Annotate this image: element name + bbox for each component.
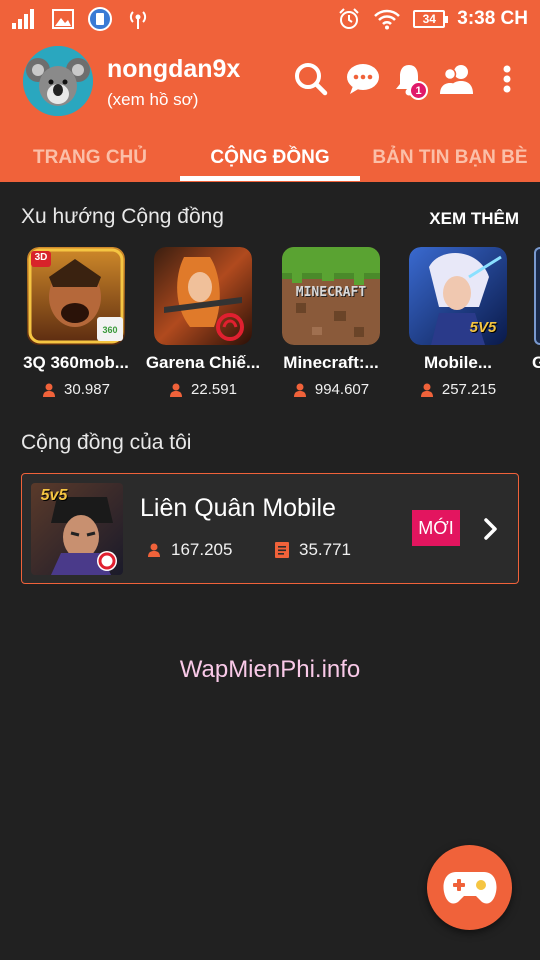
game-name: Mobile... — [424, 353, 492, 372]
person-icon — [420, 383, 433, 397]
post-count: 35.771 — [299, 540, 351, 559]
battery-indicator: 34 — [413, 10, 449, 28]
360-logo: 360 — [102, 325, 118, 335]
game-members: 22.591 — [143, 381, 263, 398]
tab-community[interactable]: CỘNG ĐỒNG — [180, 134, 360, 182]
hotspot-icon — [126, 8, 150, 30]
member-count: 167.205 — [171, 540, 233, 559]
chat-icon[interactable] — [344, 60, 382, 98]
community-members: 167.205 — [147, 540, 232, 560]
tab-friends-feed[interactable]: BẢN TIN BẠN BÈ — [360, 134, 540, 182]
app-notification-icon — [88, 7, 112, 31]
game-name: Garena Chiế... — [145, 353, 261, 372]
person-icon — [43, 383, 56, 397]
tab-bar: TRANG CHỦ CỘNG ĐỒNG BẢN TIN BẠN BÈ — [0, 134, 540, 182]
post-icon — [275, 542, 289, 558]
member-count: 257.215 — [441, 381, 497, 398]
my-community-title: Cộng đồng của tôi — [21, 431, 192, 454]
community-card[interactable]: 5v5 Liên Quân Mobile 167.205 35.771 MỚI — [21, 473, 519, 584]
see-more-button[interactable]: XEM THÊM — [429, 209, 519, 229]
game-controller-fab[interactable] — [427, 845, 512, 930]
game-thumbnail: 5V5 — [409, 247, 507, 345]
alarm-icon — [337, 7, 361, 31]
gamepad-icon — [443, 871, 496, 904]
person-icon — [170, 383, 183, 397]
tab-home[interactable]: TRANG CHỦ — [0, 134, 180, 182]
active-tab-indicator — [180, 176, 360, 181]
trending-game-card[interactable]: Garena Chiế... 22.591 — [143, 247, 263, 398]
avatar[interactable] — [23, 46, 93, 116]
view-profile-link[interactable]: (xem hồ sơ) — [107, 90, 198, 110]
game-name: G — [532, 353, 540, 372]
chevron-right-icon[interactable] — [482, 514, 500, 544]
clock: 3:38 CH — [457, 8, 528, 29]
trending-game-card[interactable]: 5V5 Mobile... 257.215 — [398, 247, 518, 398]
game-name: 3Q 360mob... — [23, 353, 129, 372]
username[interactable]: nongdan9x — [107, 55, 240, 84]
notification-badge: 1 — [409, 81, 428, 100]
community-name: Liên Quân Mobile — [140, 494, 336, 522]
status-bar: 34 3:38 CH — [0, 0, 540, 38]
signal-icon — [12, 9, 38, 29]
game-members: 30.987 — [16, 381, 136, 398]
member-count: 994.607 — [314, 381, 370, 398]
notifications-bell-icon[interactable]: 1 — [390, 60, 428, 100]
game-thumbnail: 3D 360 — [27, 247, 125, 345]
friends-icon[interactable] — [438, 60, 476, 98]
member-count: 22.591 — [191, 381, 237, 398]
more-options-icon[interactable] — [488, 60, 526, 98]
watermark-text: WapMienPhi.info — [179, 656, 361, 683]
game-members: 257.215 — [398, 381, 518, 398]
community-posts: 35.771 — [275, 540, 351, 560]
trending-game-card[interactable]: MINECRAFT Minecraft:... 994.607 — [271, 247, 391, 398]
image-icon — [52, 9, 74, 29]
search-icon[interactable] — [292, 60, 330, 98]
minecraft-logo: MINECRAFT — [295, 285, 367, 300]
game-members: 994.607 — [271, 381, 391, 398]
community-thumbnail: 5v5 — [31, 483, 123, 575]
5v5-logo: 5V5 — [469, 319, 497, 336]
5v5-logo: 5v5 — [40, 487, 68, 504]
person-icon — [148, 543, 160, 557]
game-name: Minecraft:... — [283, 353, 379, 372]
trending-game-card[interactable]: 3D 360 3Q 360mob... 30.987 — [16, 247, 136, 398]
wifi-icon — [373, 8, 401, 30]
person-icon — [293, 383, 306, 397]
trending-title: Xu hướng Cộng đồng — [21, 205, 224, 228]
member-count: 30.987 — [64, 381, 110, 398]
game-thumbnail — [154, 247, 252, 345]
3d-tag: 3D — [34, 252, 48, 263]
game-thumbnail: MINECRAFT — [282, 247, 380, 345]
app-header: nongdan9x (xem hồ sơ) 1 TRANG CHỦ CỘNG Đ… — [0, 38, 540, 182]
new-badge: MỚI — [412, 510, 460, 546]
trending-game-card-partial[interactable] — [534, 247, 540, 345]
